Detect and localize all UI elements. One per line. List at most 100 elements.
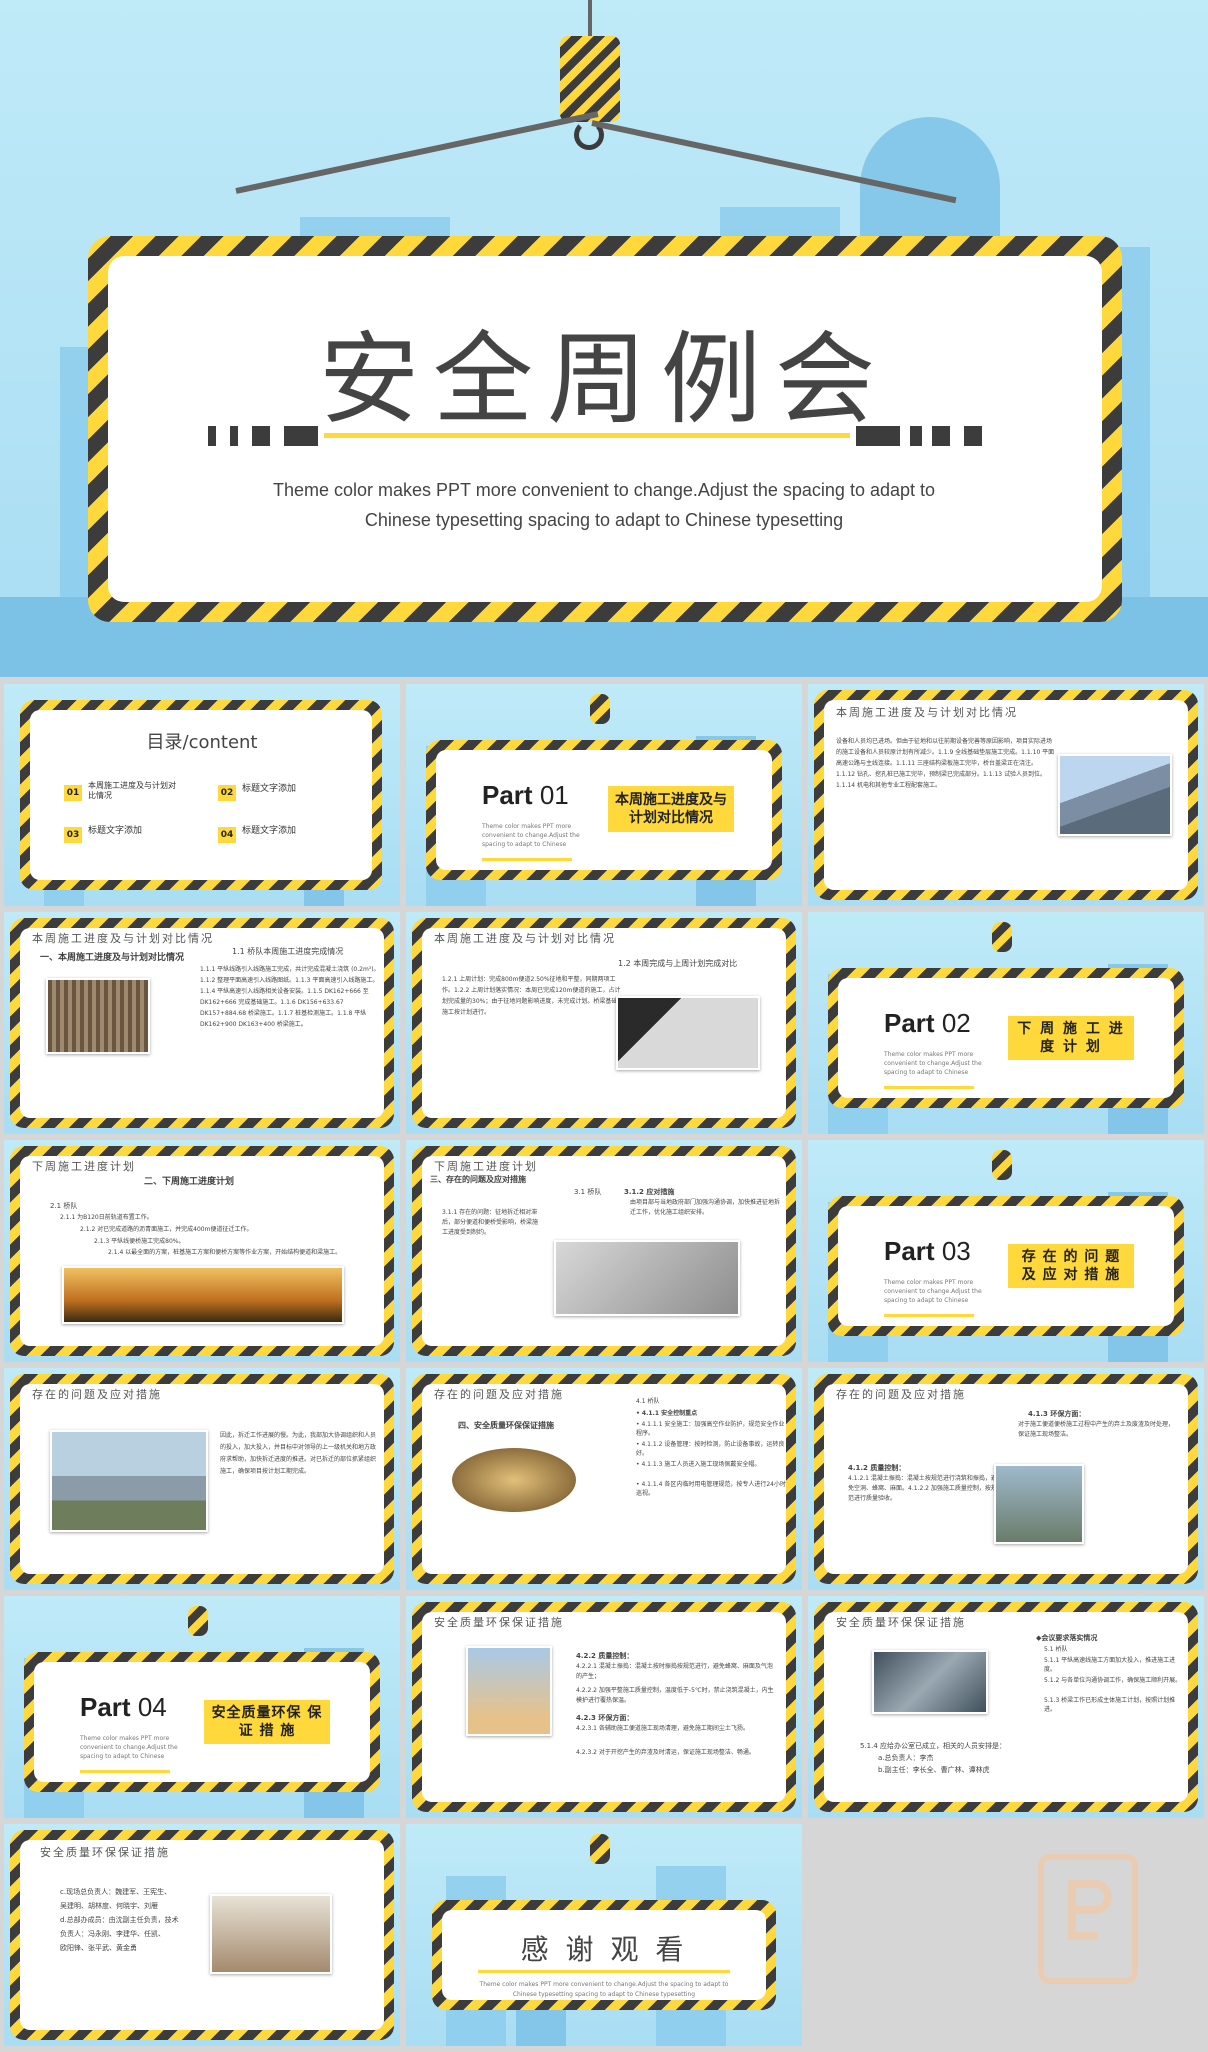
subtitle-line-2: Chinese typesetting spacing to adapt to …: [364, 510, 844, 530]
part-label: Part 03: [884, 1236, 971, 1266]
tower-crane-photo: [466, 1646, 552, 1736]
safety-quality-slide[interactable]: 安全质量环保保证措施 4.2.2 质量控制： 4.2.2.1 混凝土振捣：混凝土…: [406, 1596, 802, 1818]
drawings-photo: [554, 1240, 740, 1316]
body-line-1: 2.1 桥队: [50, 1202, 78, 1210]
part-note: Theme color makes PPT more convenient to…: [80, 1735, 178, 1760]
line-3: 4.2.2.2 加强平整施工质量控制，温度低于-5℃时，禁止浇筑混凝土，内生模护…: [576, 1687, 774, 1704]
part-title: 下 周 施 工 进 度 计 划: [1008, 1016, 1134, 1060]
slide-subheading: 1.1 桥队本周施工进度完成情况: [232, 947, 344, 956]
next-week-plan-slide[interactable]: 下周施工进度计划 二、下周施工进度计划 2.1 桥队 2.1.1 为B120日前…: [4, 1140, 400, 1362]
watermark-logo-icon: [1038, 1854, 1138, 1984]
part-note: Theme color makes PPT more convenient to…: [884, 1279, 982, 1304]
watermark-area: [808, 1824, 1204, 2046]
problem-body: 3.1.1 存在的问题：征地拆迁相对滞后，部分便道和便桥受影响，桥梁施工进度受到…: [442, 1209, 539, 1236]
progress-detail-slide[interactable]: 本周施工进度及与计划对比情况 一、本周施工进度及与计划对比情况 1.1 桥队本周…: [4, 912, 400, 1134]
line-5: 4.2.3.1 各辅助施工便道施工现场清理，避免施工期间尘土飞扬。: [576, 1725, 749, 1732]
line-1: c.现场总负责人：魏建军、王宪生、: [60, 1888, 172, 1896]
section-title: 存在的问题及应对措施: [434, 1388, 564, 1401]
line-4: 负责人：冯永刚、李建华、任凯、: [60, 1930, 165, 1938]
part-title: 安全质量环保 保 证 措 施: [204, 1700, 330, 1744]
progress-compare-slide[interactable]: 本周施工进度及与计划对比情况 设备和人员均已进场。但由于征地和以往前期设备完善等…: [808, 684, 1204, 906]
measure-body: 由项目部与当地政府部门加强沟通协调，加快推进征地拆迁工作，优化施工组织安排。: [630, 1199, 781, 1216]
title-divider: [208, 424, 998, 448]
footer-2: a.总负责人：李杰: [878, 1754, 934, 1762]
part-title: 本周施工进度及与计划对比情况: [608, 786, 734, 832]
slide-grid: 安全周例会 Theme color makes PPT more conveni…: [0, 0, 1208, 2052]
section-title: 存在的问题及应对措施: [836, 1388, 966, 1401]
problems-slide[interactable]: 下周施工进度计划 三、存在的问题及应对措施 3.1 桥队 3.1.2 应对措施 …: [406, 1140, 802, 1362]
section-title: 存在的问题及应对措施: [32, 1388, 162, 1401]
toc-item-01[interactable]: 01 本周施工进度及与计划对比情况: [64, 780, 176, 801]
section-title: 下周施工进度计划: [32, 1160, 136, 1173]
line-1: 4.1 桥队: [636, 1398, 660, 1405]
safety-measures-slide[interactable]: 存在的问题及应对措施 四、安全质量环保保证措施 4.1 桥队 • 4.1.1 安…: [406, 1368, 802, 1590]
slide-body: 1.2.1 上周计划：完成800m便道2.50%征地和平整，同期两项工作。1.2…: [442, 976, 621, 1016]
end-slide[interactable]: 感 谢 观 看 Theme color makes PPT more conve…: [406, 1824, 802, 2046]
slide-heading: 一、本周施工进度及与计划对比情况: [40, 953, 185, 963]
slide-heading: 三、存在的问题及应对措施: [430, 1175, 526, 1184]
section-title: 本周施工进度及与计划对比情况: [434, 932, 616, 945]
slide-body: 因此，拆迁工作进展的慢。为此，我部加大协调组织和人员的投入，加大投入，并目标中对…: [220, 1432, 377, 1475]
line-6: 4.2.3.2 对于开挖产生的弃渣及时清运，保证施工现场整洁、畅通。: [576, 1749, 755, 1756]
scaffold-photo: [46, 978, 150, 1054]
toc-item-04[interactable]: 04 标题文字添加: [218, 822, 296, 843]
section-title: 本周施工进度及与计划对比情况: [32, 932, 214, 945]
line-3: d.总部办成员：由沈副主任负责，技术: [60, 1916, 179, 1924]
line-2: 吴建明、胡林度、何晓宇、刘雁: [60, 1902, 158, 1910]
quality-title: 4.1.2 质量控制：: [848, 1464, 906, 1472]
slide-heading: 四、安全质量环保保证措施: [458, 1421, 554, 1430]
crane-hook-icon: [992, 1150, 1012, 1180]
line-4: 4.2.3 环保方面：: [576, 1714, 634, 1722]
line-2: 4.2.2.1 混凝土振捣：混凝土按时振捣按规范进行，避免蜂窝、麻面及气泡的产生…: [576, 1663, 773, 1680]
meeting-requirements-slide[interactable]: 安全质量环保保证措施 ◆会议要求落实情况 5.1 桥队 5.1.1 平纵高速线施…: [808, 1596, 1204, 1818]
requirements-head: ◆会议要求落实情况: [1036, 1634, 1098, 1642]
blueprint-photo: [616, 996, 760, 1070]
toc-slide[interactable]: 目录/content 01 本周施工进度及与计划对比情况 02 标题文字添加 0…: [4, 684, 400, 906]
line-2: • 4.1.1 安全控制重点: [636, 1410, 698, 1417]
factory-photo: [50, 1430, 208, 1532]
crane-hook-icon: [992, 922, 1012, 952]
slide-subheading: 1.2 本周完成与上周计划完成对比: [618, 959, 738, 968]
line-2: 5.1.1 平纵高速线施工方面加大投入，推进施工进度。: [1044, 1657, 1176, 1673]
body-line-2: 2.1.1 为B120日前轨道布置工作。: [60, 1214, 153, 1221]
toc-item-03[interactable]: 03 标题文字添加: [64, 822, 142, 843]
tunnel-photo: [452, 1448, 576, 1512]
end-note-2: Chinese typesetting spacing to adapt to …: [512, 1991, 696, 1998]
office-team-photo: [210, 1894, 332, 1974]
highway-photo: [872, 1650, 988, 1714]
staff-list-slide[interactable]: 安全质量环保保证措施 c.现场总负责人：魏建军、王宪生、 吴建明、胡林度、何晓宇…: [4, 1824, 400, 2046]
part-04-slide[interactable]: Part 04 Theme color makes PPT more conve…: [4, 1596, 400, 1818]
slide-subheading-a: 3.1 桥队: [574, 1188, 602, 1196]
part-label: Part 04: [80, 1692, 167, 1722]
part-01-slide[interactable]: Part 01 Theme color makes PPT more conve…: [406, 684, 802, 906]
slide-body: 设备和人员均已进场。但由于征地和以往前期设备完善等原因影响，项目实际进场的施工设…: [836, 738, 1055, 789]
quality-env-slide[interactable]: 存在的问题及应对措施 4.1.3 环保方面： 对于施工便道便桥施工过程中产生的弃…: [808, 1368, 1204, 1590]
line-6: • 4.1.1.4 各区内临时用电管理规范，按专人进行24小时巡视。: [636, 1481, 786, 1497]
crane-hook-icon: [188, 1606, 208, 1636]
env-title: 4.1.3 环保方面：: [1028, 1410, 1086, 1418]
body-line-4: 2.1.3 平纵线便桥施工完成80%。: [94, 1238, 185, 1245]
part-note: Theme color makes PPT more convenient to…: [482, 823, 580, 848]
section-title: 安全质量环保保证措施: [434, 1616, 564, 1629]
end-title: 感 谢 观 看: [520, 1933, 688, 1966]
part-02-slide[interactable]: Part 02 Theme color makes PPT more conve…: [808, 912, 1204, 1134]
footer-3: b.副主任：李长全、曹广林、谭林虎: [878, 1766, 990, 1774]
line-4: 5.1.3 桥梁工作已形成主体施工计划，按照计划推进。: [1044, 1697, 1176, 1713]
crane-hook-icon: [590, 1834, 610, 1864]
body-line-5: 2.1.4 以最全面的方案，桩基施工方案和便桥方案等作业方案，开始结构便道和梁施…: [108, 1249, 342, 1256]
line-1: 4.2.2 质量控制：: [576, 1652, 634, 1660]
subtitle-line-1: Theme color makes PPT more convenient to…: [272, 480, 936, 500]
part-label: Part 02: [884, 1008, 971, 1038]
part-03-slide[interactable]: Part 03 Theme color makes PPT more conve…: [808, 1140, 1204, 1362]
progress-plan-compare-slide[interactable]: 本周施工进度及与计划对比情况 1.2 本周完成与上周计划完成对比 1.2.1 上…: [406, 912, 802, 1134]
toc-item-02[interactable]: 02 标题文字添加: [218, 780, 296, 801]
slide-subheading-b: 3.1.2 应对措施: [624, 1188, 675, 1196]
part-note: Theme color makes PPT more convenient to…: [884, 1051, 982, 1076]
env-body: 对于施工便道便桥施工过程中产生的弃土及废渣及时处理，保证施工现场整洁。: [1018, 1421, 1175, 1438]
toc-title: 目录/content: [146, 732, 258, 753]
slide-body: 1.1.1 平纵线路引入线路施工完成，共计完成混凝土浇筑 (0.2m³)。1.1…: [200, 966, 380, 1028]
problems-detail-slide[interactable]: 存在的问题及应对措施 因此，拆迁工作进展的慢。为此，我部加大协调组织和人员的投入…: [4, 1368, 400, 1590]
title-slide[interactable]: 安全周例会 Theme color makes PPT more conveni…: [0, 0, 1208, 677]
sunset-crane-photo: [62, 1266, 344, 1324]
body-line-3: 2.1.2 对已完成道路的沥青面施工，并完成400m便道征迁工作。: [80, 1226, 253, 1233]
